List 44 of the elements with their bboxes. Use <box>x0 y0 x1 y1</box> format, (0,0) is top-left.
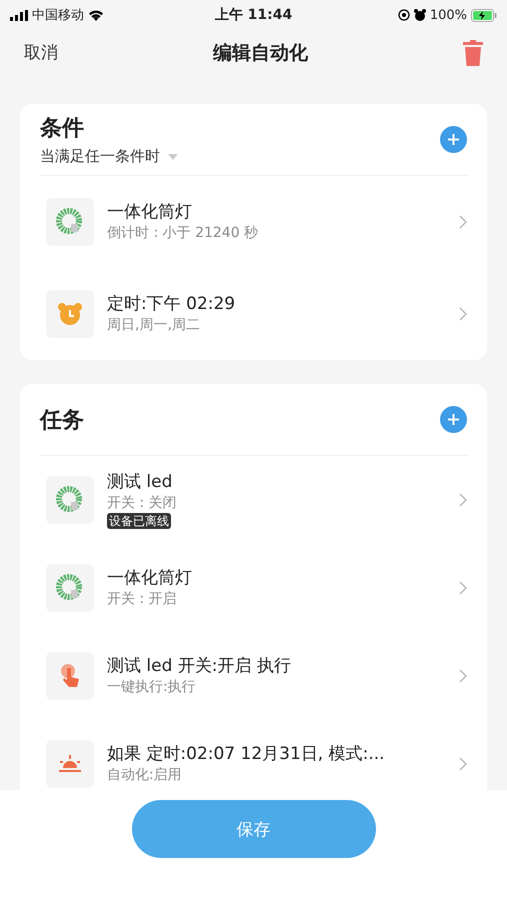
chevron-icon <box>459 307 467 321</box>
item-title: 如果 定时:02:07 12月31日, 模式:... <box>107 743 385 765</box>
status-time: 上午 11:44 <box>214 6 292 24</box>
rotation-lock-icon <box>398 9 410 21</box>
caret-icon <box>168 154 178 160</box>
section-title: 任务 <box>40 406 84 434</box>
plus-icon <box>447 413 460 426</box>
item-subtitle: 一键执行:执行 <box>107 678 196 697</box>
alarm-icon <box>414 9 426 21</box>
item-subtitle: 开关 : 关闭 <box>107 494 177 513</box>
plus-icon <box>447 133 460 146</box>
delete-icon[interactable] <box>463 40 483 66</box>
alarm-clock-icon <box>57 301 83 327</box>
item-title: 定时:下午 02:29 <box>107 293 236 315</box>
match-mode-dropdown[interactable]: 当满足任一条件时 <box>40 147 160 166</box>
add-button[interactable] <box>440 406 467 433</box>
chevron-icon <box>459 493 467 507</box>
page-title: 编辑自动化 <box>212 40 309 66</box>
item-title: 测试 led 开关:开启 执行 <box>107 655 291 677</box>
section-title: 条件 <box>40 115 84 143</box>
carrier-name: 中国移动 <box>32 7 84 24</box>
item-title: 一体化筒灯 <box>107 201 192 223</box>
hand-tap-icon <box>59 663 81 689</box>
item-subtitle: 开关 : 开启 <box>107 590 177 609</box>
item-subtitle: 倒计时 : 小于 21240 秒 <box>107 224 258 243</box>
battery-percent: 100% <box>430 8 467 22</box>
wifi-icon <box>88 9 104 21</box>
chevron-icon <box>459 757 467 771</box>
battery-charging-icon <box>471 8 497 22</box>
lamp-icon <box>55 207 85 237</box>
chevron-icon <box>459 581 467 595</box>
item-title: 一体化筒灯 <box>107 567 192 589</box>
cancel-button[interactable]: 取消 <box>24 41 58 64</box>
sunrise-icon <box>57 754 83 774</box>
chevron-icon <box>459 669 467 683</box>
add-button[interactable] <box>440 126 467 153</box>
lamp-icon <box>55 485 85 515</box>
item-title: 测试 led <box>107 471 172 493</box>
signal-icon <box>10 10 28 20</box>
lamp-icon <box>55 573 85 603</box>
offline-badge: 设备已离线 <box>107 513 171 529</box>
item-subtitle: 周日,周一,周二 <box>107 316 200 335</box>
item-subtitle: 自动化:启用 <box>107 766 182 785</box>
chevron-icon <box>459 215 467 229</box>
